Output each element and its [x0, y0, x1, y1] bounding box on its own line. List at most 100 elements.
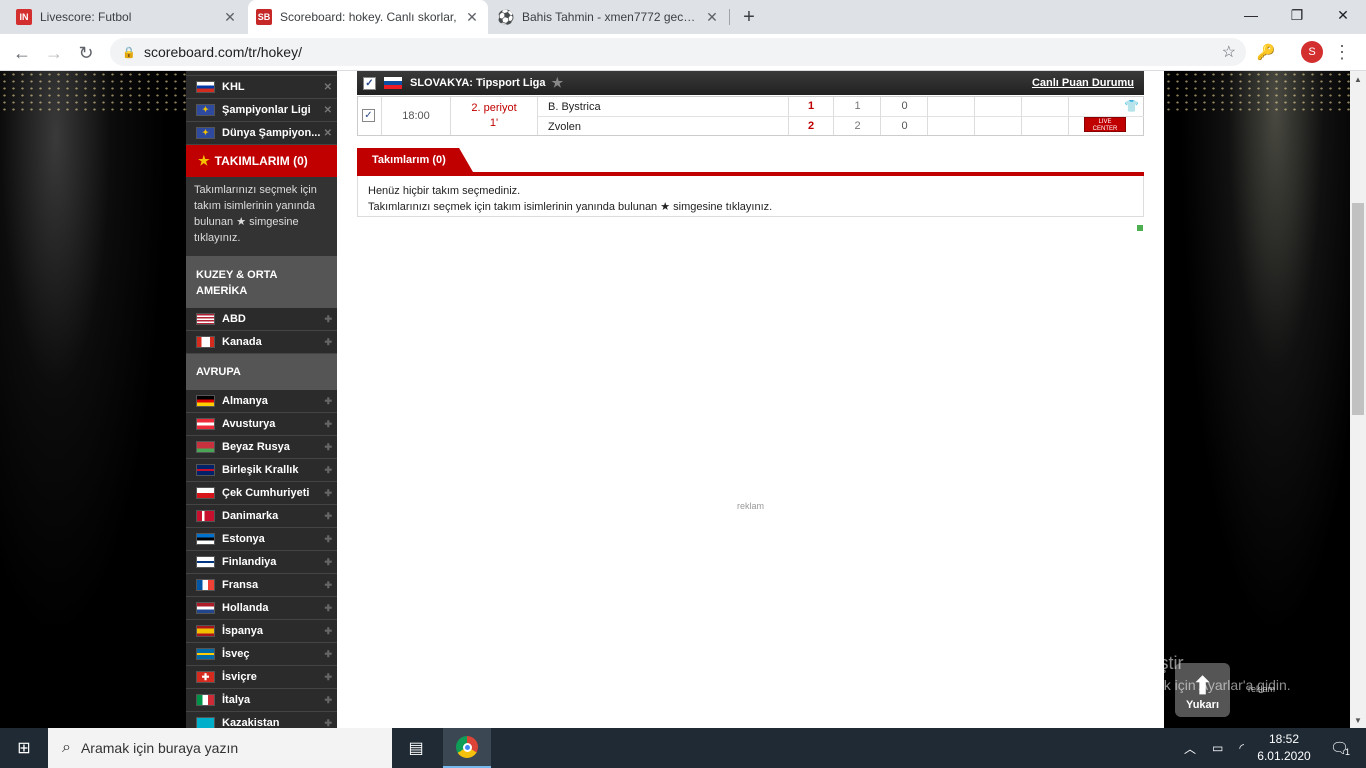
ad-label: reklam [737, 501, 765, 511]
tab-title: Scoreboard: hokey. Canlı skorlar, [280, 10, 457, 24]
tab-my-teams[interactable]: Takımlarım (0) [357, 148, 473, 172]
sidebar-item-world-championship[interactable]: ✦ Dünya Şampiyon... ✕ [186, 122, 337, 145]
battery-icon[interactable]: ▭ [1212, 741, 1223, 755]
league-checkbox[interactable]: ✓ [363, 76, 376, 90]
taskbar-search-box[interactable]: ⌕ Aramak için buraya yazın [48, 728, 392, 768]
pin-icon[interactable]: ✚ [324, 314, 332, 325]
close-tab-icon[interactable]: ✕ [222, 9, 238, 25]
sidebar-item-italy[interactable]: İtalya ✚ [186, 689, 337, 712]
restore-button[interactable]: ❐ [1274, 0, 1320, 30]
forward-button[interactable]: → [40, 39, 68, 67]
scroll-up-icon[interactable]: ▲ [1350, 71, 1366, 87]
pin-icon[interactable]: ✚ [324, 626, 332, 637]
remove-icon[interactable]: ✕ [324, 82, 332, 93]
sidebar-item-estonia[interactable]: Estonya ✚ [186, 528, 337, 551]
notification-center-icon[interactable]: 🗨 1 [1320, 728, 1360, 768]
home-team[interactable]: B. Bystrica [538, 97, 788, 116]
browser-menu-icon[interactable]: ⋮ [1330, 39, 1354, 65]
background-stadium-left [0, 71, 186, 728]
extension-icon[interactable]: 🔑 [1257, 43, 1276, 61]
remove-icon[interactable]: ✕ [324, 128, 332, 139]
live-standings-link[interactable]: Canlı Puan Durumu [1032, 77, 1134, 89]
taskbar-clock[interactable]: 18:52 6.01.2020 [1254, 731, 1314, 765]
pin-icon[interactable]: ✚ [324, 649, 332, 660]
scroll-down-icon[interactable]: ▼ [1350, 712, 1366, 728]
pin-icon[interactable]: ✚ [324, 557, 332, 568]
match-checkbox[interactable]: ✓ [362, 109, 375, 122]
belarus-flag-icon [196, 441, 215, 453]
task-view-icon[interactable]: ▤ [392, 728, 440, 768]
sidebar-item-denmark[interactable]: Danimarka ✚ [186, 505, 337, 528]
close-window-button[interactable]: ✕ [1320, 0, 1366, 30]
remove-icon[interactable]: ✕ [324, 105, 332, 116]
match-row[interactable]: ✓ 18:00 2. periyot 1' B. Bystrica Zvolen… [357, 96, 1144, 136]
new-tab-button[interactable]: + [737, 5, 761, 29]
chrome-taskbar-icon[interactable] [443, 728, 491, 768]
close-tab-icon[interactable]: ✕ [704, 9, 720, 25]
away-period1: 2 [854, 120, 861, 132]
sidebar-item-usa[interactable]: ABD ✚ [186, 308, 337, 331]
jersey-icon[interactable]: 👕 [1124, 99, 1139, 113]
chevron-up-icon[interactable]: ︿ [1184, 740, 1196, 757]
canada-flag-icon [196, 336, 215, 348]
scoreboard-favicon-icon: SB [256, 9, 272, 25]
netherlands-flag-icon [196, 602, 215, 614]
sidebar-item-sweden[interactable]: İsveç ✚ [186, 643, 337, 666]
sidebar-item-netherlands[interactable]: Hollanda ✚ [186, 597, 337, 620]
minimize-button[interactable]: — [1228, 0, 1274, 30]
tab-title: Bahis Tahmin - xmen7772 gece k [522, 10, 698, 24]
sidebar-item-spain[interactable]: İspanya ✚ [186, 620, 337, 643]
sidebar-item-czech-republic[interactable]: Çek Cumhuriyeti ✚ [186, 482, 337, 505]
pin-icon[interactable]: ✚ [324, 442, 332, 453]
pin-icon[interactable]: ✚ [324, 695, 332, 706]
my-teams-header[interactable]: ★ TAKIMLARIM (0) [186, 145, 337, 177]
pin-icon[interactable]: ✚ [324, 672, 332, 683]
pin-icon[interactable]: ✚ [324, 396, 332, 407]
tab-divider [729, 9, 730, 25]
pin-icon[interactable]: ✚ [324, 488, 332, 499]
tab-bahis-tahmin[interactable]: ⚽ Bahis Tahmin - xmen7772 gece k ✕ [490, 0, 728, 34]
bookmark-star-icon[interactable]: ☆ [1222, 42, 1236, 62]
pin-icon[interactable]: ✚ [324, 718, 332, 729]
wifi-icon[interactable]: ◜ [1239, 741, 1244, 755]
pin-icon[interactable]: ✚ [324, 419, 332, 430]
sidebar-item-france[interactable]: Fransa ✚ [186, 574, 337, 597]
windows-start-button[interactable]: ⊞ [0, 728, 48, 768]
livescore-favicon-icon: IN [16, 9, 32, 25]
scrollbar-thumb[interactable] [1352, 203, 1364, 415]
tab-livescore[interactable]: IN Livescore: Futbol ✕ [8, 0, 246, 34]
home-period2: 0 [901, 100, 908, 112]
favorite-star-icon[interactable]: ★ [551, 75, 563, 91]
reload-button[interactable]: ↻ [72, 39, 100, 67]
pin-icon[interactable]: ✚ [324, 465, 332, 476]
usa-flag-icon [196, 313, 215, 325]
pin-icon[interactable]: ✚ [324, 511, 332, 522]
pin-icon[interactable]: ✚ [324, 603, 332, 614]
sidebar-item-khl[interactable]: KHL ✕ [186, 76, 337, 99]
sidebar-item-kazakhstan[interactable]: Kazakistan ✚ [186, 712, 337, 728]
back-button[interactable]: ← [8, 39, 36, 67]
sidebar-item-belarus[interactable]: Beyaz Rusya ✚ [186, 436, 337, 459]
sidebar-item-switzerland[interactable]: ✚ İsviçre ✚ [186, 666, 337, 689]
sidebar-item-germany[interactable]: Almanya ✚ [186, 390, 337, 413]
france-flag-icon [196, 579, 215, 591]
tab-scoreboard[interactable]: SB Scoreboard: hokey. Canlı skorlar, ✕ [248, 0, 488, 34]
live-center-button[interactable]: LIVE CENTER [1084, 117, 1126, 132]
pin-icon[interactable]: ✚ [324, 580, 332, 591]
sidebar-item-canada[interactable]: Kanada ✚ [186, 331, 337, 354]
pin-icon[interactable]: ✚ [324, 534, 332, 545]
sidebar-item-united-kingdom[interactable]: Birleşik Krallık ✚ [186, 459, 337, 482]
lock-icon: 🔒 [122, 46, 136, 59]
page-scrollbar[interactable]: ▲ ▼ [1350, 71, 1366, 728]
pin-icon[interactable]: ✚ [324, 337, 332, 348]
system-tray: ︿ ▭ ◜ [1176, 728, 1252, 768]
sidebar-item-austria[interactable]: Avusturya ✚ [186, 413, 337, 436]
profile-avatar[interactable]: S [1301, 41, 1323, 63]
region-header-north-america: KUZEY & ORTA AMERİKA [186, 256, 337, 308]
sidebar-item-champions-league[interactable]: ✦ Şampiyonlar Ligi ✕ [186, 99, 337, 122]
sidebar-item-finland[interactable]: Finlandiya ✚ [186, 551, 337, 574]
europe-country-list: Almanya ✚ Avusturya ✚ Beyaz Rusya ✚ Birleşi… [186, 390, 337, 728]
address-bar[interactable]: 🔒 scoreboard.com/tr/hokey/ ☆ [110, 38, 1246, 66]
away-team[interactable]: Zvolen [538, 117, 788, 136]
close-tab-icon[interactable]: ✕ [464, 9, 480, 25]
